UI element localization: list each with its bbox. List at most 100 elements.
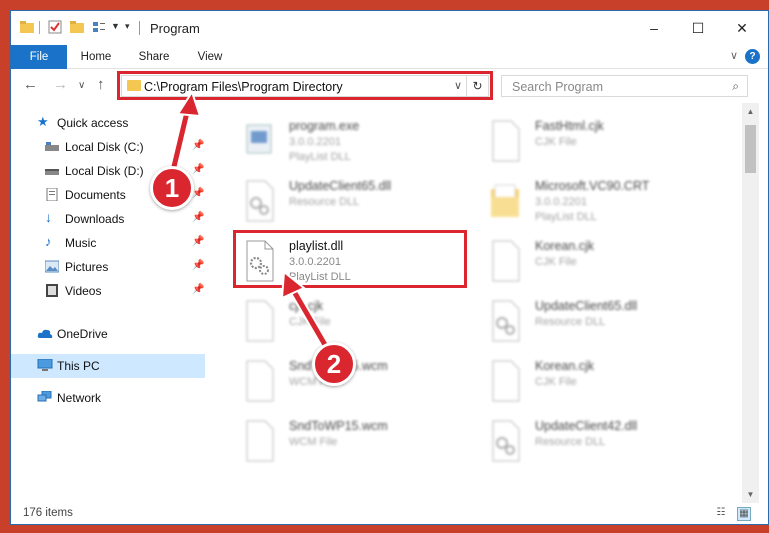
file-type: WCM File: [289, 436, 338, 448]
file-type: Resource DLL: [289, 196, 360, 208]
sidebar-item-onedrive[interactable]: OneDrive: [11, 322, 205, 346]
address-row: ← → ∨ ↑ C:\Program Files\Program Directo…: [11, 70, 768, 103]
scroll-down-icon[interactable]: ▼: [742, 486, 759, 503]
search-placeholder: Search Program: [512, 80, 604, 94]
sidebar-item-label: Videos: [65, 284, 102, 298]
vertical-scrollbar[interactable]: ▲ ▼: [742, 103, 759, 503]
maximize-button[interactable]: ☐: [675, 11, 721, 45]
file-item[interactable]: SndToWP15.wcm WCM File: [241, 357, 471, 415]
pin-icon[interactable]: 📌: [192, 284, 204, 295]
sidebar-item-label: Quick access: [57, 116, 129, 130]
view-options-icon[interactable]: [91, 19, 107, 35]
file-name: UpdateClient65.dll: [289, 179, 392, 193]
file-name: FastHtml.cjk: [535, 119, 604, 133]
file-item[interactable]: UpdateClient65.dll Resource DLL: [487, 297, 717, 355]
title-separator: [139, 21, 140, 35]
up-button[interactable]: ↑: [97, 76, 105, 93]
file-type: PlayList DLL: [535, 211, 597, 223]
help-icon[interactable]: ?: [745, 49, 760, 64]
tab-home[interactable]: Home: [71, 45, 121, 69]
close-button[interactable]: ✕: [719, 11, 765, 45]
file-type: Resource DLL: [535, 316, 606, 328]
file-item[interactable]: UpdateClient42.dll Resource DLL: [487, 417, 717, 475]
file-list: program.exe 3.0.0.2201 PlayList DLL Fast…: [207, 103, 742, 503]
sidebar-item-network[interactable]: Network: [11, 386, 205, 410]
file-item[interactable]: Korean.cjk CJK File: [487, 357, 717, 415]
sidebar-item-label: Network: [57, 391, 102, 405]
file-name: UpdateClient65.dll: [535, 299, 638, 313]
document-file-icon: [246, 300, 274, 342]
forward-button[interactable]: →: [53, 76, 68, 93]
dll-file-icon: [246, 180, 274, 222]
minimize-button[interactable]: –: [631, 11, 677, 45]
explorer-window: ▼ ▾ Program – ☐ ✕ File Home Share View ∨…: [10, 10, 769, 525]
sidebar-item-pictures[interactable]: Pictures 📌: [11, 255, 205, 279]
item-count: 176 items: [23, 507, 73, 519]
documents-icon: [46, 188, 58, 201]
dll-file-icon: [492, 420, 520, 462]
dll-file-icon: [492, 300, 520, 342]
tab-view[interactable]: View: [185, 45, 235, 69]
back-button[interactable]: ←: [23, 76, 38, 93]
window-title: Program: [150, 21, 200, 36]
file-item[interactable]: program.exe 3.0.0.2201 PlayList DLL: [241, 117, 471, 175]
pin-icon[interactable]: 📌: [192, 140, 204, 151]
file-item[interactable]: FastHtml.cjk CJK File: [487, 117, 717, 175]
folder-icon[interactable]: [19, 19, 35, 35]
step-1-badge: 1: [150, 166, 194, 210]
address-highlight-box: [117, 71, 493, 100]
tab-file[interactable]: File: [11, 45, 67, 69]
network-icon: [37, 391, 52, 402]
document-file-icon: [492, 120, 520, 162]
search-input[interactable]: Search Program ⌕: [501, 75, 748, 97]
sidebar-item-music[interactable]: ♪ Music 📌: [11, 231, 205, 255]
file-name: SndToWP15.wcm: [289, 419, 388, 433]
pin-icon[interactable]: 📌: [192, 236, 204, 247]
pin-icon[interactable]: 📌: [192, 260, 204, 271]
tiles-view-icon[interactable]: ▦: [737, 507, 751, 521]
new-folder-icon[interactable]: [69, 19, 85, 35]
pin-icon[interactable]: 📌: [192, 212, 204, 223]
title-bar: ▼ ▾ Program – ☐ ✕: [11, 11, 768, 45]
sidebar-item-this-pc[interactable]: This PC: [11, 354, 205, 378]
sidebar-item-label: Downloads: [65, 212, 125, 226]
sidebar-item-videos[interactable]: Videos 📌: [11, 279, 205, 303]
file-item[interactable]: Microsoft.VC90.CRT 3.0.0.2201 PlayList D…: [487, 177, 717, 235]
sidebar-item-label: OneDrive: [57, 327, 108, 341]
pin-icon[interactable]: 📌: [192, 164, 204, 175]
tab-share[interactable]: Share: [129, 45, 179, 69]
scroll-thumb[interactable]: [745, 125, 756, 173]
recent-locations-icon[interactable]: ∨: [78, 80, 85, 91]
playlist-highlight-box: [233, 230, 467, 288]
expand-ribbon-icon[interactable]: ∨: [730, 49, 738, 62]
sidebar-item-local-disk-c[interactable]: Local Disk (C:) 📌: [11, 135, 205, 159]
sidebar-item-label: Pictures: [65, 260, 109, 274]
search-icon[interactable]: ⌕: [732, 79, 739, 94]
download-icon: ↓: [45, 209, 52, 225]
sidebar-item-label: Documents: [65, 188, 126, 202]
sidebar-item-quick-access[interactable]: ★ Quick access: [11, 111, 205, 135]
sidebar-item-label: Local Disk (C:): [65, 140, 144, 154]
file-item[interactable]: Korean.cjk CJK File: [487, 237, 717, 295]
scroll-up-icon[interactable]: ▲: [742, 103, 759, 120]
navigation-pane: ★ Quick access Local Disk (C:) 📌 Local D…: [11, 103, 205, 503]
computer-icon: [37, 359, 53, 371]
file-type: CJK File: [535, 376, 577, 388]
status-bar: 176 items ☷ ▦: [11, 503, 768, 524]
music-icon: ♪: [45, 234, 52, 249]
sidebar-item-downloads[interactable]: ↓ Downloads 📌: [11, 207, 205, 231]
file-type: Resource DLL: [535, 436, 606, 448]
file-item[interactable]: SndToWP15.wcm WCM File: [241, 417, 471, 475]
details-view-icon[interactable]: ☷: [714, 507, 728, 521]
sidebar-item-label: This PC: [57, 359, 100, 373]
sidebar-item-label: Music: [65, 236, 97, 250]
properties-icon[interactable]: [47, 19, 63, 35]
customize-qa-icon[interactable]: ▾: [125, 21, 130, 32]
cloud-icon: [37, 329, 53, 338]
file-type: CJK File: [535, 256, 577, 268]
file-version: 3.0.0.2201: [535, 196, 587, 208]
file-version: 3.0.0.2201: [289, 136, 341, 148]
qa-dropdown-icon[interactable]: ▼: [111, 21, 120, 31]
file-item[interactable]: cjk.cjk CJK File: [241, 297, 471, 355]
file-item[interactable]: UpdateClient65.dll Resource DLL: [241, 177, 471, 235]
